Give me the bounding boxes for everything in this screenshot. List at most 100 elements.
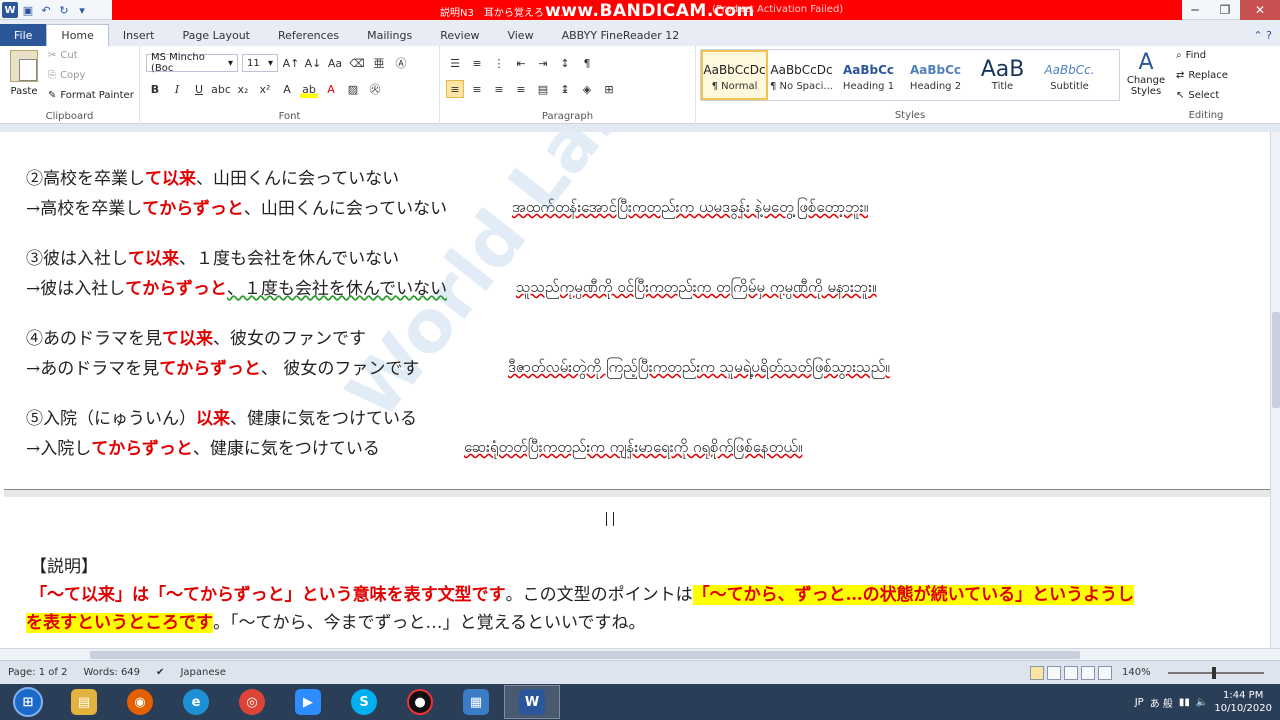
replace-button[interactable]: ⇄ Replace — [1176, 70, 1228, 81]
style-heading-1[interactable]: AaBbCc Heading 1 — [835, 50, 902, 100]
outline-view-icon[interactable] — [1081, 666, 1095, 680]
proofing-icon[interactable]: ✔ — [148, 667, 172, 678]
horizontal-scrollbar[interactable] — [0, 648, 1280, 660]
shrink-font-icon[interactable]: A↓ — [304, 54, 322, 72]
word-count[interactable]: Words: 649 — [75, 667, 148, 678]
align-right-icon[interactable]: ≡ — [490, 80, 508, 98]
vertical-scrollbar[interactable] — [1270, 132, 1280, 648]
undo-icon[interactable]: ↶ — [38, 2, 54, 18]
start-button[interactable]: ⊞ — [0, 685, 56, 719]
taskbar-chrome[interactable]: ◎ — [224, 685, 280, 719]
tab-abbyy[interactable]: ABBYY FineReader 12 — [548, 24, 694, 46]
bullets-icon[interactable]: ☰ — [446, 54, 464, 72]
copy-button[interactable]: ⎘ Copy — [48, 70, 85, 81]
style-no-spacing[interactable]: AaBbCcDc ¶ No Spaci... — [768, 50, 835, 100]
full-screen-view-icon[interactable] — [1047, 666, 1061, 680]
input-language[interactable]: JP — [1135, 697, 1144, 708]
font-color-icon[interactable]: A — [322, 80, 340, 98]
style-subtitle[interactable]: AaBbCc. Subtitle — [1036, 50, 1103, 100]
superscript-icon[interactable]: x² — [256, 80, 274, 98]
distributed-icon[interactable]: ▤ — [534, 80, 552, 98]
document-page[interactable]: World Language Centre ②高校を卒業して以来、山田くんに会っ… — [0, 132, 1270, 648]
sort-icon[interactable]: ↕ — [556, 54, 574, 72]
multilevel-list-icon[interactable]: ⋮ — [490, 54, 508, 72]
find-button[interactable]: ⌕ Find — [1176, 50, 1206, 61]
clear-format-icon[interactable]: ⌫ — [348, 54, 366, 72]
select-button[interactable]: ↖ Select — [1176, 90, 1219, 101]
style-title[interactable]: AaB Title — [969, 50, 1036, 100]
character-shading-icon[interactable]: ▨ — [344, 80, 362, 98]
web-layout-view-icon[interactable] — [1064, 666, 1078, 680]
vertical-scroll-thumb[interactable] — [1272, 312, 1280, 408]
paste-button[interactable]: Paste — [6, 50, 42, 97]
show-marks-icon[interactable]: ¶ — [578, 54, 596, 72]
font-group-label: Font — [278, 111, 301, 122]
word-app-icon[interactable]: W — [2, 2, 18, 18]
decrease-indent-icon[interactable]: ⇤ — [512, 54, 530, 72]
taskbar-ie[interactable]: e — [168, 685, 224, 719]
increase-indent-icon[interactable]: ⇥ — [534, 54, 552, 72]
strikethrough-icon[interactable]: abc — [211, 80, 231, 98]
font-family-select[interactable]: MS Mincho (Boc ▾ — [146, 52, 238, 74]
numbering-icon[interactable]: ≡ — [468, 54, 486, 72]
zoom-slider[interactable] — [1168, 672, 1264, 674]
font-size-select[interactable]: 11 ▾ — [242, 54, 278, 72]
restore-icon[interactable]: ❐ — [1210, 0, 1240, 20]
zoom-level[interactable]: 140% — [1122, 667, 1151, 678]
bold-icon[interactable]: B — [146, 80, 164, 98]
highlight-icon[interactable]: ab — [300, 80, 318, 98]
tab-view[interactable]: View — [493, 24, 547, 46]
change-styles-button[interactable]: A Change Styles — [1124, 50, 1168, 97]
phonetic-guide-icon[interactable]: 亜 — [370, 54, 388, 72]
help-icon[interactable]: ⌃ ? — [1245, 24, 1280, 46]
customize-qat-icon[interactable]: ▾ — [74, 2, 90, 18]
page-count[interactable]: Page: 1 of 2 — [0, 667, 75, 678]
zoom-slider-knob[interactable] — [1212, 667, 1216, 679]
tab-mailings[interactable]: Mailings — [353, 24, 426, 46]
line-spacing-icon[interactable]: ↨ — [556, 80, 574, 98]
align-left-icon[interactable]: ≡ — [446, 80, 464, 98]
tab-insert[interactable]: Insert — [109, 24, 169, 46]
style-normal[interactable]: AaBbCcDc ¶ Normal — [701, 50, 768, 100]
change-case-icon[interactable]: Aa — [326, 54, 344, 72]
save-icon[interactable]: ▣ — [20, 2, 36, 18]
draft-view-icon[interactable] — [1098, 666, 1112, 680]
character-border-icon[interactable]: Ⓐ — [392, 54, 410, 72]
justify-icon[interactable]: ≡ — [512, 80, 530, 98]
taskbar-explorer[interactable]: ▤ — [56, 685, 112, 719]
format-painter-button[interactable]: ✎ Format Painter — [48, 90, 134, 101]
taskbar-skype[interactable]: S — [336, 685, 392, 719]
volume-icon[interactable]: 🔈 — [1196, 697, 1208, 708]
tab-home[interactable]: Home — [46, 24, 109, 46]
tab-references[interactable]: References — [264, 24, 353, 46]
enclose-characters-icon[interactable]: ㊋ — [366, 80, 384, 98]
redo-icon[interactable]: ↻ — [56, 2, 72, 18]
close-icon[interactable]: ✕ — [1240, 0, 1280, 20]
tab-file[interactable]: File — [0, 24, 47, 46]
italic-icon[interactable]: I — [168, 80, 186, 98]
subscript-icon[interactable]: x₂ — [234, 80, 252, 98]
style-heading-2[interactable]: AaBbCc Heading 2 — [902, 50, 969, 100]
grow-font-icon[interactable]: A↑ — [282, 54, 300, 72]
minimize-icon[interactable]: ─ — [1180, 0, 1210, 20]
taskbar-photos[interactable]: ▦ — [448, 685, 504, 719]
align-center-icon[interactable]: ≡ — [468, 80, 486, 98]
network-icon[interactable]: ▮▮ — [1179, 697, 1190, 708]
shading-icon[interactable]: ◈ — [578, 80, 596, 98]
text-run: ③彼は入社し — [26, 249, 128, 269]
borders-icon[interactable]: ⊞ — [600, 80, 618, 98]
clock[interactable]: 1:44 PM 10/10/2020 — [1214, 689, 1272, 715]
ime-mode[interactable]: あ 般 — [1150, 695, 1173, 710]
underline-icon[interactable]: U — [190, 80, 208, 98]
taskbar-bandicam[interactable]: ● — [392, 685, 448, 719]
tab-page-layout[interactable]: Page Layout — [168, 24, 264, 46]
taskbar-word[interactable]: W — [504, 685, 560, 719]
taskbar-zoom[interactable]: ▶ — [280, 685, 336, 719]
text-effects-icon[interactable]: A — [278, 80, 296, 98]
taskbar-firefox[interactable]: ◉ — [112, 685, 168, 719]
horizontal-scroll-thumb[interactable] — [90, 651, 1080, 659]
tab-review[interactable]: Review — [426, 24, 493, 46]
print-layout-view-icon[interactable] — [1030, 666, 1044, 680]
language-indicator[interactable]: Japanese — [172, 667, 233, 678]
cut-button[interactable]: ✂ Cut — [48, 50, 78, 61]
